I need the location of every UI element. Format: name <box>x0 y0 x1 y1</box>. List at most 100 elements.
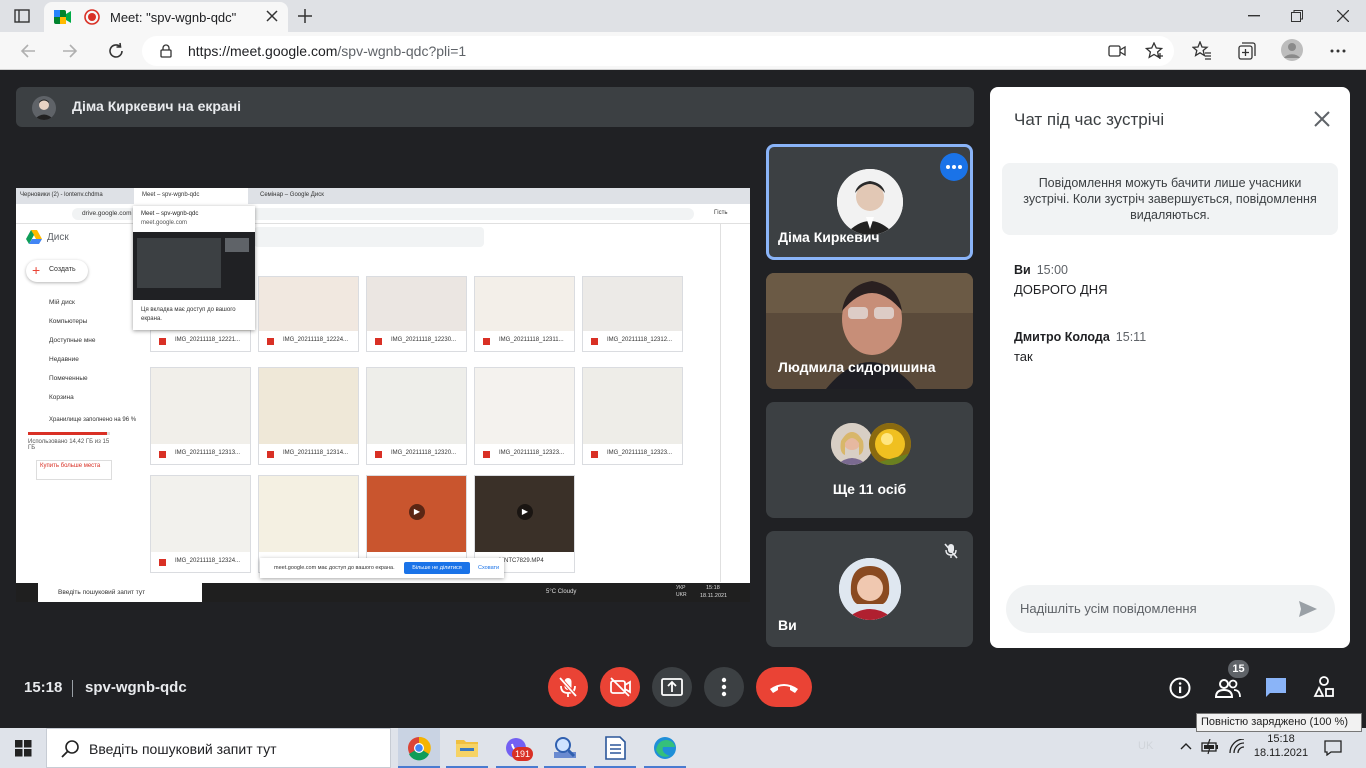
people-icon[interactable] <box>1215 678 1241 698</box>
more-options-button[interactable] <box>704 667 744 707</box>
back-icon[interactable] <box>20 43 36 59</box>
drive-file-thumbnail <box>475 277 574 331</box>
url-path: /spv-wgnb-qdc?pli=1 <box>337 43 467 59</box>
browser-tab-bar: Meet: "spv-wgnb-qdc" <box>0 0 1366 32</box>
leave-call-button[interactable] <box>756 667 812 707</box>
popup-thumb-screen <box>137 238 221 288</box>
search-icon <box>61 740 79 758</box>
taskbar-language[interactable]: UK <box>1138 740 1153 752</box>
more-horizontal-icon <box>946 165 962 169</box>
drive-file-name: IMG_20211118_12224... <box>283 337 349 343</box>
present-button[interactable] <box>652 667 692 707</box>
image-file-icon <box>483 451 490 458</box>
participant-tile-presenter[interactable]: Діма Киркевич <box>766 144 973 260</box>
shared-taskbar-search-text: Введіть пошуковий запит тут <box>58 589 146 596</box>
drive-file-thumbnail <box>259 368 358 444</box>
taskbar-viber-app[interactable]: 191 <box>496 728 538 768</box>
camera-in-use-icon[interactable] <box>1108 44 1126 58</box>
chat-icon[interactable] <box>1265 677 1287 699</box>
drive-file-card: IMG_20211118_12323... <box>474 367 575 465</box>
camera-toggle-button[interactable] <box>600 667 640 707</box>
show-hidden-icons[interactable] <box>1180 742 1192 750</box>
drive-file-card: IMG_20211118_12224... <box>258 276 359 352</box>
collections-icon[interactable] <box>1237 41 1257 61</box>
chat-input[interactable]: Надішліть усім повідомлення <box>1006 585 1335 633</box>
notifications-icon[interactable] <box>1324 740 1342 756</box>
tab-actions-icon[interactable] <box>14 8 30 24</box>
meeting-details-icon[interactable] <box>1169 677 1191 699</box>
drive-file-name: IMG_20211118_12221... <box>175 337 241 343</box>
close-chat-icon[interactable] <box>1314 111 1330 127</box>
taskbar-time: 15:18 <box>1267 733 1295 745</box>
drive-file-name: IMG_20211118_12320... <box>391 450 457 456</box>
document-icon <box>605 736 626 760</box>
profile-avatar-icon[interactable] <box>1281 39 1303 61</box>
hang-up-icon <box>770 684 798 693</box>
mic-toggle-button[interactable] <box>548 667 588 707</box>
add-favorite-icon[interactable] <box>1145 42 1165 60</box>
reload-icon[interactable] <box>107 42 125 60</box>
shared-date: 18.11.2021 <box>700 593 728 599</box>
drive-file-thumbnail <box>367 277 466 331</box>
drive-file-card: IMG_20211118_12311... <box>474 276 575 352</box>
url-host: https://meet.google.com <box>188 43 338 59</box>
settings-more-icon[interactable] <box>1330 49 1346 53</box>
battery-tooltip: Повністю заряджено (100 %) <box>1196 713 1362 732</box>
minimize-icon[interactable] <box>1248 15 1260 17</box>
video-play-icon: ▶ <box>517 504 533 520</box>
drive-file-thumbnail <box>151 476 250 552</box>
activities-icon[interactable] <box>1313 676 1335 698</box>
image-file-icon <box>267 451 274 458</box>
chat-text: так <box>1014 349 1033 364</box>
drive-file-card: IMG_20211118_12314... <box>258 367 359 465</box>
tab-preview-popup: Meet – spv-wgnb-qdc meet.google.com Ця в… <box>133 206 255 330</box>
taskbar-search-placeholder: Введіть пошуковий запит тут <box>89 741 277 757</box>
participant-tile-others[interactable]: Ще 11 осіб <box>766 402 973 518</box>
image-file-icon <box>159 451 166 458</box>
participant-tile-self[interactable]: Ви <box>766 531 973 647</box>
chrome-icon <box>408 736 431 761</box>
drive-file-card: IMG_20211118_12324... <box>150 475 251 573</box>
drive-file-card: IMG_20211118_12313... <box>150 367 251 465</box>
drive-file-thumbnail <box>583 277 682 331</box>
new-tab-icon[interactable] <box>297 8 313 24</box>
send-icon[interactable] <box>1298 600 1318 618</box>
taskbar-chrome-app[interactable] <box>398 728 440 768</box>
participant-name: Діма Киркевич <box>778 229 880 245</box>
drive-file-card: IMG_20211118_12323... <box>582 367 683 465</box>
drive-file-name: IMG_20211118_12312... <box>607 337 673 343</box>
drive-file-name: IMG_20211118_12314... <box>283 450 349 456</box>
windows-start-icon[interactable] <box>15 740 32 757</box>
taskbar-search[interactable]: Введіть пошуковий запит тут <box>46 728 391 768</box>
image-file-icon <box>159 338 166 345</box>
tab-close-icon[interactable] <box>266 10 278 22</box>
close-window-icon[interactable] <box>1337 10 1349 22</box>
taskbar-search-app[interactable] <box>544 728 586 768</box>
battery-icon[interactable] <box>1201 739 1219 755</box>
presentation-banner: Діма Киркевич на екрані <box>16 87 974 127</box>
participant-avatar <box>831 423 873 465</box>
shared-time: 15:18 <box>706 585 720 591</box>
popup-note: Ця вкладка має доступ до вашого екрана. <box>141 307 236 322</box>
forward-icon[interactable] <box>62 43 78 59</box>
wifi-icon[interactable] <box>1228 739 1246 755</box>
presenter-label: Діма Киркевич на екрані <box>72 98 242 114</box>
drive-file-name: IMG_20211118_12323... <box>607 450 673 456</box>
taskbar-clock[interactable]: 15:18 18.11.2021 <box>1252 732 1310 760</box>
shared-screen[interactable]: Черновики (2) - lontenv.chdma Meet – spv… <box>16 188 750 602</box>
browser-tab-meet[interactable]: Meet: "spv-wgnb-qdc" <box>44 2 288 32</box>
chat-message: Ви 15:00 ДОБРОГО ДНЯ <box>1014 263 1108 297</box>
taskbar-explorer-app[interactable] <box>446 728 488 768</box>
address-bar[interactable]: https://meet.google.com/spv-wgnb-qdc?pli… <box>142 36 1174 66</box>
chat-title: Чат під час зустрічі <box>1014 110 1165 129</box>
participant-options-button[interactable] <box>940 153 968 181</box>
share-notification: meet.google.com має доступ до вашого екр… <box>260 558 504 578</box>
taskbar-word-app[interactable] <box>594 728 636 768</box>
present-screen-icon <box>661 678 683 696</box>
popup-thumb-tile <box>225 238 249 252</box>
presenter-avatar <box>32 96 56 120</box>
taskbar-edge-app[interactable] <box>644 728 686 768</box>
restore-icon[interactable] <box>1291 10 1303 22</box>
favorites-icon[interactable] <box>1192 41 1212 61</box>
participant-tile-video[interactable]: Людмила сидоришина <box>766 273 973 389</box>
